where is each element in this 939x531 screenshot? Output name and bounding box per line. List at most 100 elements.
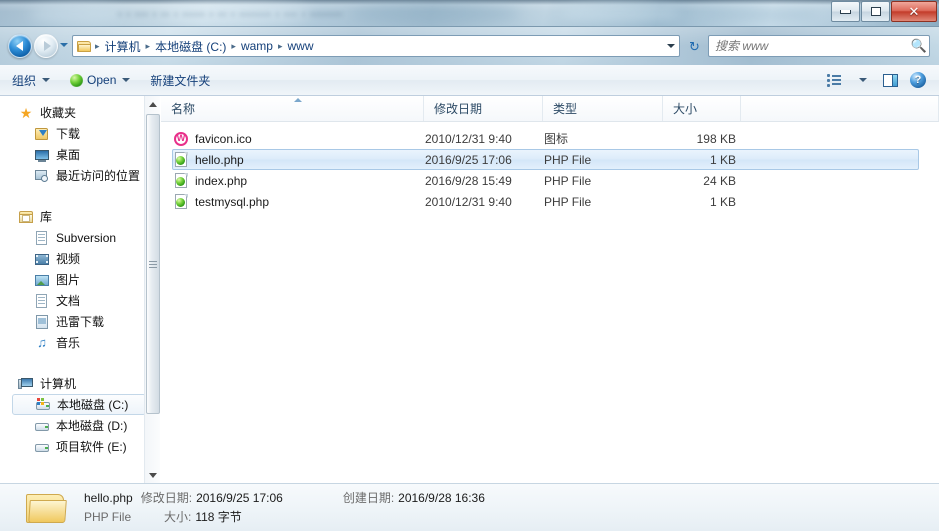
title-bar-blurred-content: ▪ ▪ ▪▪▪ ▪ ▪▪ ▪ ▪▪▪▪▪ ▪ ▪▪ ▪ ▪▪▪▪▪▪▪ ▪ ▪▪… [118, 7, 343, 21]
glass-blur-blob [560, 3, 680, 23]
file-size-cell: 198 KB [696, 131, 736, 146]
file-name-cell: index.php [173, 172, 425, 189]
search-input[interactable] [715, 39, 909, 53]
drive-icon [34, 439, 50, 455]
computer-icon [18, 376, 34, 392]
recent-places-icon [34, 168, 50, 184]
search-icon[interactable]: 🔍 [909, 38, 929, 54]
breadcrumb-item-wamp[interactable]: wamp [237, 38, 277, 54]
sidebar-item-downloads[interactable]: 下载 [0, 123, 152, 144]
details-info: hello.php 修改日期: 2016/9/25 17:06 创建日期: 20… [84, 489, 485, 527]
column-header-type[interactable]: 类型 [543, 96, 663, 121]
sidebar-group-libraries: 库 Subversion 视频 图片 文档 迅雷下载 ♫ 音乐 [0, 206, 152, 353]
sidebar-item-local-disk-d[interactable]: 本地磁盘 (D:) [0, 415, 152, 436]
sidebar-item-music[interactable]: ♫ 音乐 [0, 332, 152, 353]
address-bar[interactable]: ▸ 计算机 ▸ 本地磁盘 (C:) ▸ wamp ▸ www [72, 35, 680, 57]
php-orb-icon [70, 73, 84, 87]
forward-button[interactable] [34, 34, 58, 58]
sidebar-item-desktop[interactable]: 桌面 [0, 144, 152, 165]
scroll-up-arrow[interactable] [145, 96, 161, 112]
details-line-2: PHP File 大小: 118 字节 [84, 508, 485, 527]
close-button[interactable]: ✕ [891, 1, 937, 22]
document-icon [34, 293, 50, 309]
column-header-size[interactable]: 大小 [663, 96, 741, 121]
view-options-button[interactable] [821, 68, 847, 92]
library-icon [18, 209, 34, 225]
file-type-cell: 图标 [544, 132, 569, 146]
sidebar-group-computer: 计算机 本地磁盘 (C:) 本地磁盘 (D:) 项目软件 (E:) [0, 373, 152, 457]
breadcrumb-item-computer[interactable]: 计算机 [101, 37, 145, 56]
file-name: hello.php [195, 152, 244, 167]
sidebar-item-label: 下载 [56, 127, 81, 141]
file-modified-cell: 2010/12/31 9:40 [425, 194, 512, 209]
scroll-down-arrow[interactable] [145, 467, 161, 483]
refresh-button[interactable]: ↻ [686, 38, 703, 55]
breadcrumb-separator: ▸ [95, 40, 100, 51]
file-size-cell: 24 KB [703, 173, 736, 188]
chevron-down-icon [859, 78, 867, 82]
sidebar-item-favorites[interactable]: ★ 收藏夹 [0, 102, 152, 123]
file-size-cell: 1 KB [709, 152, 736, 167]
sidebar-scrollbar[interactable] [144, 96, 160, 483]
column-header-name[interactable]: 名称 [161, 96, 424, 121]
table-row[interactable]: index.php 2016/9/28 15:49 PHP File 24 KB [172, 170, 919, 191]
file-type-cell: PHP File [544, 173, 592, 188]
sidebar-scrollbar-thumb[interactable] [146, 114, 160, 414]
breadcrumb-item-www[interactable]: www [283, 38, 317, 54]
file-name: testmysql.php [195, 194, 270, 209]
table-row[interactable]: hello.php 2016/9/25 17:06 PHP File 1 KB [172, 149, 919, 170]
sidebar-item-documents[interactable]: 文档 [0, 290, 152, 311]
preview-pane-button[interactable] [877, 68, 903, 92]
close-icon: ✕ [908, 3, 920, 19]
column-header-label: 大小 [673, 102, 698, 116]
table-row[interactable]: W favicon.ico 2010/12/31 9:40 图标 198 KB [172, 128, 919, 149]
preview-pane-icon [882, 73, 898, 87]
view-options-dropdown[interactable] [849, 68, 875, 92]
new-folder-button[interactable]: 新建文件夹 [142, 69, 218, 91]
sidebar-list: ★ 收藏夹 下载 桌面 最近访问的位置 库 Subversion 视频 图片 文… [0, 96, 152, 457]
sidebar-item-label: 文档 [56, 294, 81, 308]
file-type-cell: PHP File [544, 194, 592, 209]
details-line-1: hello.php 修改日期: 2016/9/25 17:06 创建日期: 20… [84, 489, 485, 508]
sidebar-item-recent-places[interactable]: 最近访问的位置 [0, 165, 152, 186]
window-controls: ✕ [830, 1, 937, 22]
help-button[interactable]: ? [905, 68, 931, 92]
table-row[interactable]: testmysql.php 2010/12/31 9:40 PHP File 1… [172, 191, 919, 212]
folder-icon [24, 489, 68, 527]
sidebar-item-pictures[interactable]: 图片 [0, 269, 152, 290]
back-button[interactable] [8, 34, 32, 58]
file-modified-cell: 2016/9/28 15:49 [425, 173, 512, 188]
breadcrumb-item-local-disk-c[interactable]: 本地磁盘 (C:) [151, 37, 230, 56]
sidebar-item-videos[interactable]: 视频 [0, 248, 152, 269]
address-dropdown-chevron-down-icon[interactable] [663, 36, 679, 56]
sidebar-item-local-disk-c[interactable]: 本地磁盘 (C:) [12, 394, 146, 415]
sidebar-item-label: 本地磁盘 (D:) [56, 419, 128, 433]
column-header-modified[interactable]: 修改日期 [424, 96, 543, 121]
glass-blur-blob [30, 4, 120, 24]
command-toolbar: 组织 Open 新建文件夹 ? [0, 65, 939, 96]
open-button[interactable]: Open [62, 69, 138, 91]
sidebar-item-thunder-download[interactable]: 迅雷下载 [0, 311, 152, 332]
file-rows: W favicon.ico 2010/12/31 9:40 图标 198 KB … [161, 122, 939, 212]
glass-blur-blob [350, 5, 520, 23]
sidebar-item-label: 计算机 [40, 377, 77, 391]
recent-locations-chevron-down-icon[interactable] [60, 43, 68, 47]
sidebar-item-label: 本地磁盘 (C:) [57, 398, 129, 412]
details-modified-label: 修改日期: [140, 490, 193, 505]
search-box[interactable]: 🔍 [708, 35, 930, 57]
maximize-button[interactable] [861, 1, 890, 22]
sidebar-item-subversion[interactable]: Subversion [0, 227, 152, 248]
details-created-value: 2016/9/28 16:36 [398, 490, 485, 505]
download-icon [34, 126, 50, 142]
column-header-filler [741, 96, 939, 121]
column-header-label: 名称 [171, 102, 196, 116]
details-created-label: 创建日期: [342, 490, 395, 505]
thunder-download-icon [34, 314, 50, 330]
sidebar-item-libraries[interactable]: 库 [0, 206, 152, 227]
sidebar-item-project-software-e[interactable]: 项目软件 (E:) [0, 436, 152, 457]
file-list-pane: 名称 修改日期 类型 大小 W favicon.ico 2010/12/31 9… [161, 96, 939, 483]
organize-button[interactable]: 组织 [4, 69, 58, 91]
sidebar-item-computer[interactable]: 计算机 [0, 373, 152, 394]
minimize-button[interactable] [831, 1, 860, 22]
details-modified-value: 2016/9/25 17:06 [196, 490, 283, 505]
